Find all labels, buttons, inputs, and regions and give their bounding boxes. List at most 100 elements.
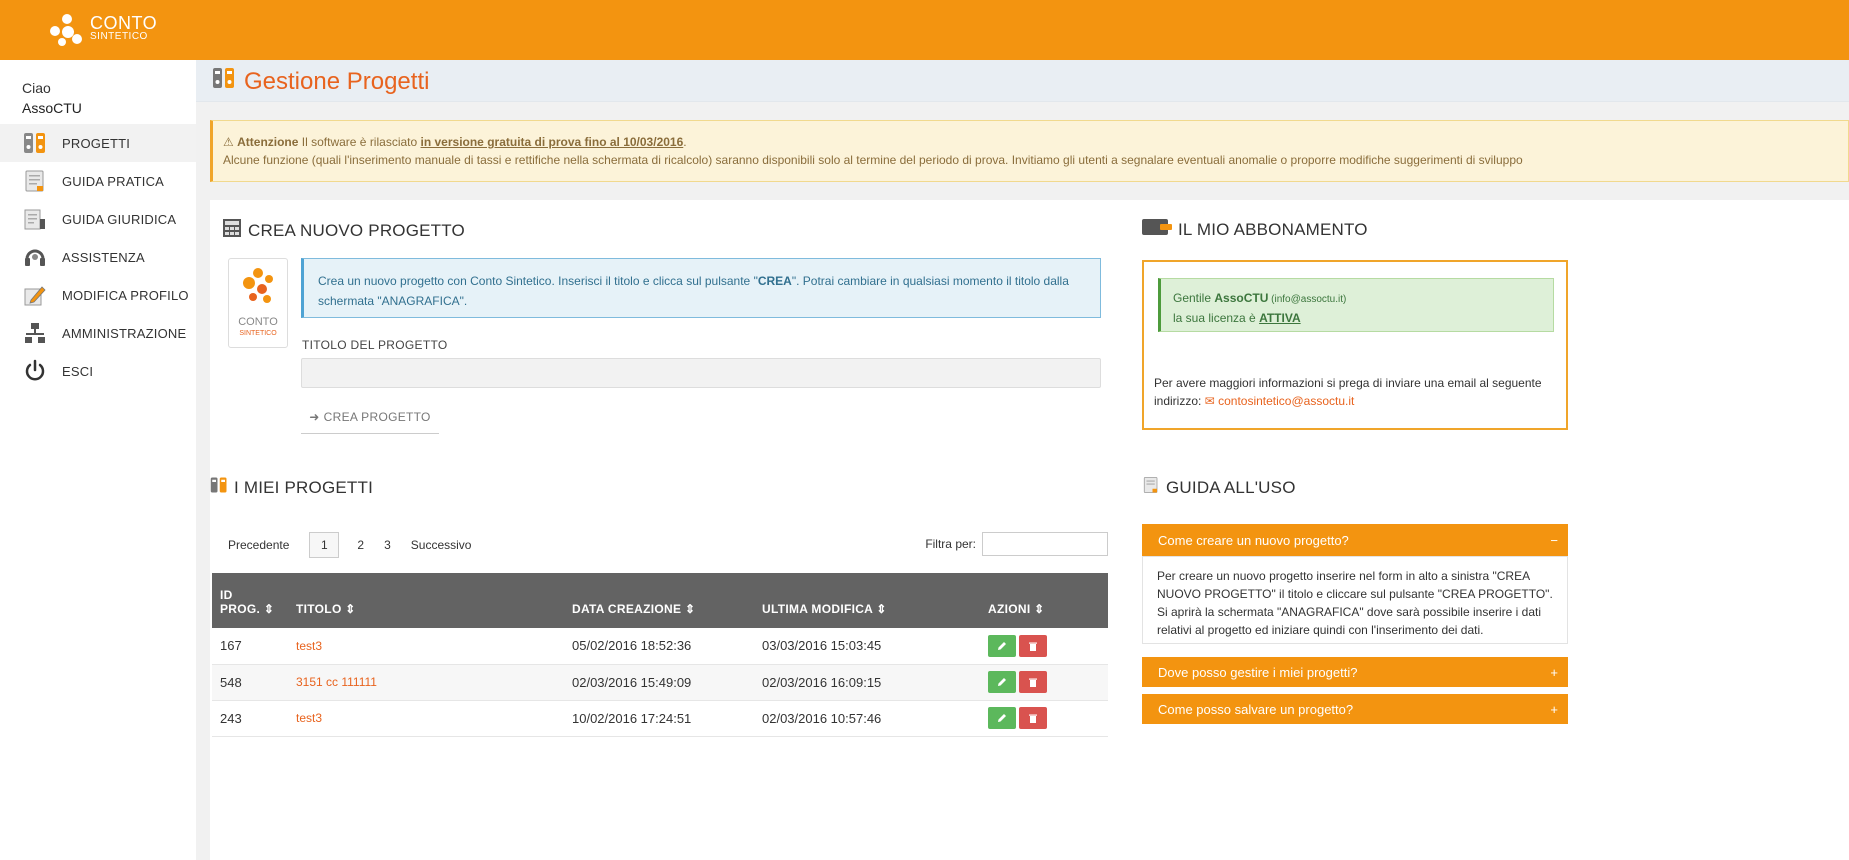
page-header: Gestione Progetti <box>196 60 1849 102</box>
envelope-icon: ✉ <box>1204 394 1215 408</box>
cell-created: 05/02/2016 18:52:36 <box>564 628 754 665</box>
logo-line1: CONTO <box>90 13 158 33</box>
delete-button[interactable] <box>1019 671 1047 693</box>
projects-icon <box>212 66 236 97</box>
sidebar-item-label: ESCI <box>62 363 94 379</box>
cell-actions <box>980 664 1108 701</box>
sort-icon: ⇕ <box>1034 602 1045 616</box>
col-created[interactable]: DATA CREAZIONE ⇕ <box>564 573 754 628</box>
table-row: 243 test3 10/02/2016 17:24:51 02/03/2016… <box>212 700 1108 737</box>
pagination: Precedente 1 2 3 Successivo <box>228 532 491 558</box>
subscription-section-title: IL MIO ABBONAMENTO <box>1142 218 1368 241</box>
support-icon <box>22 244 48 270</box>
sidebar-item-modifica-profilo[interactable]: MODIFICA PROFILO <box>0 276 196 314</box>
sidebar-item-amministrazione[interactable]: AMMINISTRAZIONE <box>0 314 196 352</box>
alert-text1: Il software è rilasciato <box>298 135 421 149</box>
create-info-box: Crea un nuovo progetto con Conto Sinteti… <box>301 258 1101 318</box>
pagination-next[interactable]: Successivo <box>411 538 472 552</box>
sidebar-item-progetti[interactable]: PROGETTI <box>0 124 196 162</box>
main-content: Gestione Progetti ⚠ Attenzione Il softwa… <box>196 60 1849 860</box>
cell-created: 10/02/2016 17:24:51 <box>564 700 754 737</box>
sidebar: Ciao AssoCTU PROGETTI GUIDA PRATICA GUID… <box>0 60 196 860</box>
sidebar-item-assistenza[interactable]: ASSISTENZA <box>0 238 196 276</box>
page-title: Gestione Progetti <box>212 66 429 97</box>
project-title-input[interactable] <box>301 358 1101 388</box>
col-title[interactable]: TITOLO ⇕ <box>288 573 564 628</box>
guide-section-title: GUIDA ALL'USO <box>1142 476 1296 499</box>
conto-sintetico-logo: CONTO SINTETICO <box>228 258 288 348</box>
sidebar-menu: PROGETTI GUIDA PRATICA GUIDA GIURIDICA A… <box>0 124 196 390</box>
edit-button[interactable] <box>988 671 1016 693</box>
guide-icon <box>22 168 48 194</box>
guide-item-manage[interactable]: Dove posso gestire i miei progetti? + <box>1142 657 1568 687</box>
col-actions[interactable]: AZIONI ⇕ <box>980 573 1108 628</box>
create-project-button[interactable]: ➜ CREA PROGETTO <box>301 400 439 434</box>
cell-title-link[interactable]: test3 <box>288 628 564 665</box>
pagination-page-1[interactable]: 1 <box>309 532 340 558</box>
pencil-icon <box>998 678 1006 686</box>
edit-button[interactable] <box>988 707 1016 729</box>
sort-icon: ⇕ <box>345 602 356 616</box>
col-modified[interactable]: ULTIMA MODIFICA ⇕ <box>754 573 980 628</box>
power-icon <box>22 358 48 384</box>
subscription-info: Per avere maggiori informazioni si prega… <box>1154 376 1542 408</box>
contact-email-link[interactable]: contosintetico@assoctu.it <box>1218 394 1354 408</box>
edit-button[interactable] <box>988 634 1016 657</box>
cell-title-link[interactable]: test3 <box>288 700 564 737</box>
cell-created: 02/03/2016 15:49:09 <box>564 664 754 701</box>
pagination-page-2[interactable]: 2 <box>357 538 364 552</box>
guide-item-create[interactable]: Come creare un nuovo progetto? − <box>1142 524 1568 556</box>
greeting: Ciao AssoCTU <box>22 78 82 118</box>
wallet-icon <box>1142 218 1172 241</box>
trash-icon <box>1029 714 1037 723</box>
sign-in-icon: ➜ <box>309 409 320 424</box>
greeting-user: AssoCTU <box>22 100 82 116</box>
delete-button[interactable] <box>1019 707 1047 729</box>
sidebar-item-guida-pratica[interactable]: GUIDA PRATICA <box>0 162 196 200</box>
cell-modified: 03/03/2016 15:03:45 <box>754 628 980 665</box>
trash-icon <box>1029 642 1037 651</box>
alert-text2: . <box>683 135 687 149</box>
cell-title-link[interactable]: 3151 cc 111111 <box>288 664 564 701</box>
trash-icon <box>1029 678 1037 687</box>
pagination-page-3[interactable]: 3 <box>384 538 391 552</box>
sidebar-item-esci[interactable]: ESCI <box>0 352 196 390</box>
page-title-text: Gestione Progetti <box>244 67 430 95</box>
subscription-user: AssoCTU <box>1214 291 1269 305</box>
table-filter: Filtra per: <box>925 532 1108 556</box>
sidebar-item-label: AMMINISTRAZIONE <box>62 325 187 341</box>
sidebar-item-label: MODIFICA PROFILO <box>62 287 189 303</box>
filter-label: Filtra per: <box>925 537 976 551</box>
alert-strong: Attenzione <box>237 135 299 149</box>
top-bar: CONTO SINTETICO <box>0 0 1849 60</box>
sidebar-item-label: GUIDA PRATICA <box>62 173 165 189</box>
guide-icon <box>1142 476 1160 499</box>
sidebar-item-guida-giuridica[interactable]: GUIDA GIURIDICA <box>0 200 196 238</box>
filter-input[interactable] <box>982 532 1108 556</box>
conto-sintetico-logo-icon: CONTO SINTETICO <box>238 268 278 337</box>
admin-icon <box>22 320 48 346</box>
expand-icon: + <box>1550 664 1558 680</box>
logo-icon <box>48 12 84 48</box>
pagination-prev[interactable]: Precedente <box>228 538 289 552</box>
delete-button[interactable] <box>1019 634 1047 657</box>
cell-modified: 02/03/2016 10:57:46 <box>754 700 980 737</box>
projects-icon <box>210 476 228 499</box>
cell-id: 167 <box>212 628 288 665</box>
sidebar-item-label: GUIDA GIURIDICA <box>62 211 177 227</box>
table-row: 548 3151 cc 111111 02/03/2016 15:49:09 0… <box>212 664 1108 701</box>
project-title-label: TITOLO DEL PROGETTO <box>302 338 448 352</box>
col-id[interactable]: ID PROG. ⇕ <box>212 573 288 628</box>
logo-box-line2: SINTETICO <box>239 330 277 337</box>
projects-icon <box>22 130 48 156</box>
pencil-icon <box>998 714 1006 722</box>
license-status-box: Gentile AssoCTU (info@assoctu.it) la sua… <box>1158 278 1554 332</box>
guide-item-save[interactable]: Come posso salvare un progetto? + <box>1142 694 1568 724</box>
projects-section-title: I MIEI PROGETTI <box>210 476 373 499</box>
sort-icon: ⇕ <box>684 602 696 616</box>
license-status: ATTIVA <box>1259 311 1301 325</box>
table-row: 167 test3 05/02/2016 18:52:36 03/03/2016… <box>212 628 1108 665</box>
app-logo[interactable]: CONTO SINTETICO <box>48 12 157 48</box>
table-header-row: ID PROG. ⇕ TITOLO ⇕ DATA CREAZIONE ⇕ ULT… <box>212 573 1108 628</box>
pencil-icon <box>998 641 1006 650</box>
